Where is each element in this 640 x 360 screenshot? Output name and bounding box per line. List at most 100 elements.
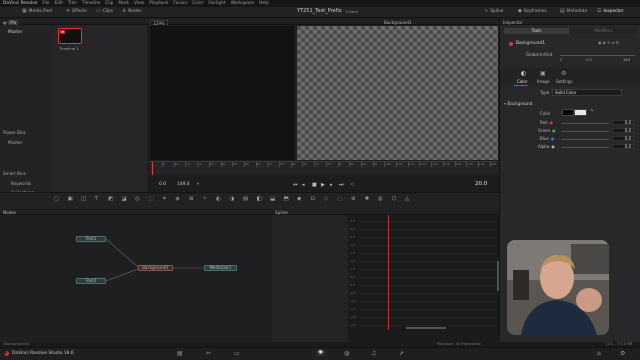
tool-emitter-icon[interactable]: ◬	[405, 196, 409, 203]
tool-shape-3d-icon[interactable]: ⬒	[284, 196, 289, 203]
audio-icon[interactable]: 🔈︎	[197, 182, 200, 187]
media-pool-button[interactable]: ▦ Media Pool	[22, 9, 52, 15]
menu-item-davinci-resolve[interactable]: DaVinci Resolve	[3, 1, 37, 6]
spline-graph[interactable]: 4.0 3.5 3.0 2.5 2.0 1.5 1.0 0.5 0.0 -0.5 -1.0 -1.5 -…	[348, 215, 499, 342]
inspector-node-name[interactable]: Background1	[516, 41, 545, 46]
tool-render-3d-icon[interactable]: ⊡	[311, 196, 316, 203]
keyframes-button[interactable]: ◆ Keyframes	[518, 9, 547, 15]
timeline-thumbnail[interactable]: ≡	[58, 28, 82, 44]
node-enable-dot[interactable]	[509, 42, 513, 46]
tool-background-icon[interactable]: ▢	[54, 196, 59, 203]
tool-blur-icon[interactable]: ◎	[135, 196, 140, 203]
color-swatch[interactable]	[562, 109, 574, 116]
spline-button[interactable]: ∿ Spline	[484, 9, 503, 15]
global-out[interactable]: 149	[623, 58, 630, 63]
tool-image-plane-icon[interactable]: ◫	[81, 196, 86, 203]
smart-bin-keywords[interactable]: Keywords	[11, 181, 31, 186]
right-viewer-transparency[interactable]	[297, 26, 498, 160]
tool-merge-3d-icon[interactable]: ⬓	[270, 196, 275, 203]
version-icon[interactable]: ◉ ◈ ✎ ⌀ ☰	[598, 41, 619, 45]
global-inout-slider[interactable]	[560, 55, 635, 56]
go-to-start-button[interactable]: ⏮	[293, 182, 298, 188]
menu-item-clip[interactable]: Clip	[105, 1, 113, 6]
green-slider[interactable]	[562, 131, 609, 132]
edit-page-icon[interactable]: ▭	[234, 351, 240, 357]
type-select[interactable]: Solid Color	[552, 89, 622, 96]
spline-h-scrollbar[interactable]	[406, 327, 446, 329]
tool-ellipse-icon[interactable]: ▤	[243, 196, 248, 203]
subtab-image[interactable]: Image	[537, 80, 550, 84]
settings-icon[interactable]: ⚙	[620, 351, 625, 357]
timeline-thumbnail-label[interactable]: Timeline 1	[59, 46, 79, 51]
bin-master[interactable]: Master	[8, 29, 22, 34]
tool-merge-icon[interactable]: ◩	[108, 196, 113, 203]
clips-button[interactable]: ▭ Clips	[96, 9, 113, 15]
current-timecode[interactable]: 20.0	[475, 181, 487, 188]
blue-slider[interactable]	[562, 139, 609, 140]
menu-item-mark[interactable]: Mark	[118, 1, 129, 6]
tool-color-corrector-icon[interactable]: ◈	[176, 196, 180, 203]
node-text2[interactable]: Text2	[76, 278, 106, 284]
eyedropper-icon[interactable]: ✎	[590, 109, 594, 115]
time-start[interactable]: 0.0	[159, 182, 166, 187]
red-slider[interactable]	[562, 123, 609, 124]
menu-item-file[interactable]: File	[42, 1, 49, 6]
tool-spot-icon[interactable]: ◌	[338, 196, 343, 203]
blue-field[interactable]: 0.0	[612, 136, 634, 141]
global-in[interactable]: 0	[560, 58, 562, 63]
fusion-page-icon[interactable]: ✺	[316, 350, 326, 356]
subtab-settings[interactable]: Settings	[556, 80, 572, 84]
tab-modifiers[interactable]: Modifiers	[570, 28, 637, 34]
alpha-slider[interactable]	[562, 147, 609, 148]
menu-item-trim[interactable]: Trim	[68, 1, 77, 6]
left-viewer[interactable]	[150, 26, 294, 160]
playhead[interactable]	[152, 162, 153, 175]
fairlight-page-icon[interactable]: ♫	[371, 351, 376, 357]
tool-rectangle-mask-icon[interactable]: ⬚	[149, 196, 154, 203]
menu-item-playback[interactable]: Playback	[149, 1, 168, 6]
tool-light-icon[interactable]: ◇	[324, 196, 328, 203]
tool-text-icon[interactable]: T	[95, 196, 98, 203]
menu-item-timeline[interactable]: Timeline	[82, 1, 100, 6]
menu-item-color[interactable]: Color	[192, 1, 203, 6]
menu-item-view[interactable]: View	[134, 1, 144, 6]
tool-camera-tracker-icon[interactable]: ⬡	[392, 196, 397, 203]
green-field[interactable]: 0.0	[612, 128, 634, 133]
go-to-end-button[interactable]: ⏭	[339, 182, 344, 188]
node-text1[interactable]: Text1	[76, 236, 106, 242]
tool-renderer-icon[interactable]: ⊕	[351, 196, 356, 203]
nodes-button[interactable]: ⋔ Nodes	[122, 9, 142, 15]
step-back-button[interactable]: ◂	[302, 182, 305, 188]
node-background1[interactable]: Background1	[138, 265, 173, 271]
inspector-button[interactable]: ☰ Inspector	[597, 9, 624, 15]
tool-rectangle-icon[interactable]: ◧	[257, 196, 262, 203]
menu-item-help[interactable]: Help	[259, 1, 269, 6]
tool-bspline-icon[interactable]: ◑	[230, 196, 235, 203]
menu-item-fairlight[interactable]: Fairlight	[208, 1, 225, 6]
color-page-icon[interactable]: ◍	[344, 351, 349, 357]
power-bin-master[interactable]: Master	[8, 140, 22, 145]
tool-fx-icon[interactable]: ✺	[365, 196, 370, 203]
stop-button[interactable]: ■	[312, 182, 317, 188]
tool-paint-icon[interactable]: ✧	[203, 196, 208, 203]
media-page-icon[interactable]: ▤	[177, 351, 183, 357]
menu-item-fusion[interactable]: Fusion	[173, 1, 187, 6]
step-forward-button[interactable]: ▸	[330, 182, 333, 188]
tool-particle-icon[interactable]: ✦	[162, 196, 167, 203]
metadata-button[interactable]: ▤ Metadata	[560, 9, 587, 15]
background-section-header[interactable]: ▾ Background	[504, 101, 532, 106]
tool-camera-3d-icon[interactable]: ◆	[297, 196, 301, 203]
loop-icon[interactable]: ⟲	[350, 182, 354, 188]
tab-tools[interactable]: Tools	[504, 28, 569, 34]
tool-color-space-icon[interactable]: ◍	[378, 196, 383, 203]
cut-page-icon[interactable]: ✂	[206, 351, 211, 357]
menu-item-edit[interactable]: Edit	[55, 1, 63, 6]
color-swatch-white[interactable]	[574, 109, 587, 116]
alpha-field[interactable]: 0.0	[612, 144, 634, 149]
subtab-color[interactable]: Color	[517, 80, 527, 84]
tool-fast-noise-icon[interactable]: ▣	[68, 196, 73, 203]
node-mediaout1[interactable]: MediaOut1	[204, 265, 237, 271]
red-field[interactable]: 0.0	[612, 120, 634, 125]
play-button[interactable]: ▶	[321, 182, 325, 188]
tool-channel-booleans-icon[interactable]: ◪	[122, 196, 127, 203]
